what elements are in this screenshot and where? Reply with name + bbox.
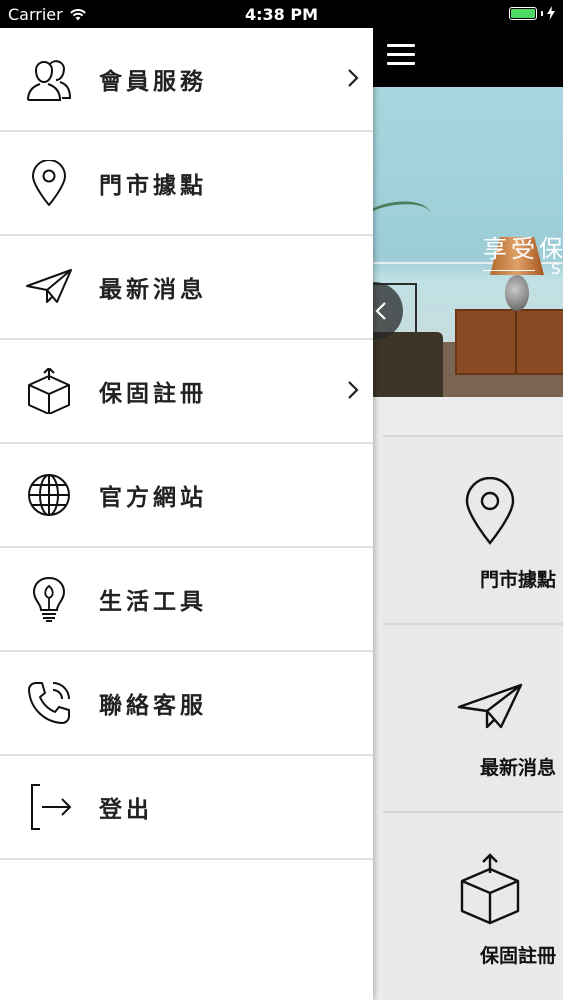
promo-banner[interactable]: 享受保 S <box>373 87 563 397</box>
chevron-right-icon <box>348 381 359 399</box>
status-bar: Carrier 4:38 PM <box>0 0 563 28</box>
menu-item-life-tools[interactable]: 生活工具 <box>0 548 373 652</box>
banner-tagline-sub: S <box>551 260 563 278</box>
menu-item-latest-news[interactable]: 最新消息 <box>0 236 373 340</box>
battery-icon <box>509 6 537 20</box>
menu-item-label: 會員服務 <box>99 69 207 95</box>
hamburger-menu-icon[interactable] <box>387 44 415 66</box>
menu-item-label: 門市據點 <box>99 173 207 199</box>
box-icon <box>28 368 70 414</box>
carrier-info: Carrier <box>8 5 87 24</box>
app-header <box>373 28 563 87</box>
cabinet-image <box>455 309 563 375</box>
carrier-name: Carrier <box>8 4 63 24</box>
armchair-image <box>373 332 443 397</box>
menu-item-label: 生活工具 <box>99 589 207 615</box>
shortcut-tiles: 門市據點 最新消息 保固註冊 <box>373 397 563 999</box>
tile-store-locations[interactable]: 門市據點 <box>383 435 563 623</box>
chevron-right-icon <box>348 69 359 87</box>
tile-label: 最新消息 <box>480 757 557 779</box>
battery-indicator <box>509 6 555 20</box>
location-pin-icon <box>465 477 515 545</box>
box-icon <box>460 853 520 925</box>
logout-icon <box>31 784 72 830</box>
side-drawer: 會員服務 門市據點 最新消息 保固註冊 官方網站 生活工具 聯絡客服 登出 <box>0 28 373 1000</box>
menu-item-warranty-registration[interactable]: 保固註冊 <box>0 340 373 444</box>
tile-latest-news[interactable]: 最新消息 <box>383 623 563 811</box>
paper-plane-icon <box>457 683 523 729</box>
tile-label: 門市據點 <box>480 569 557 591</box>
menu-item-label: 保固註冊 <box>99 381 207 407</box>
menu-item-official-website[interactable]: 官方網站 <box>0 444 373 548</box>
plant-image <box>373 197 433 240</box>
phone-icon <box>28 682 70 724</box>
lightbulb-icon <box>32 576 66 622</box>
wifi-icon <box>69 8 86 20</box>
menu-item-member-services[interactable]: 會員服務 <box>0 28 373 132</box>
menu-item-logout[interactable]: 登出 <box>0 756 373 860</box>
menu-item-customer-service[interactable]: 聯絡客服 <box>0 652 373 756</box>
tile-label: 保固註冊 <box>480 945 557 967</box>
tile-warranty-registration[interactable]: 保固註冊 <box>383 811 563 999</box>
menu-item-label: 最新消息 <box>99 277 207 303</box>
charging-icon <box>547 6 555 20</box>
members-icon <box>27 60 72 101</box>
chevron-left-icon <box>375 302 386 320</box>
menu-item-label: 登出 <box>99 797 153 823</box>
paper-plane-icon <box>26 269 72 303</box>
menu-item-store-locations[interactable]: 門市據點 <box>0 132 373 236</box>
globe-icon <box>28 474 70 516</box>
menu-item-label: 聯絡客服 <box>99 693 207 719</box>
menu-item-label: 官方網站 <box>99 485 207 511</box>
banner-tagline: 享受保 <box>483 235 563 263</box>
location-pin-icon <box>31 160 67 206</box>
home-screen: 享受保 S 門市據點 最新消息 保固註冊 <box>373 28 563 1000</box>
